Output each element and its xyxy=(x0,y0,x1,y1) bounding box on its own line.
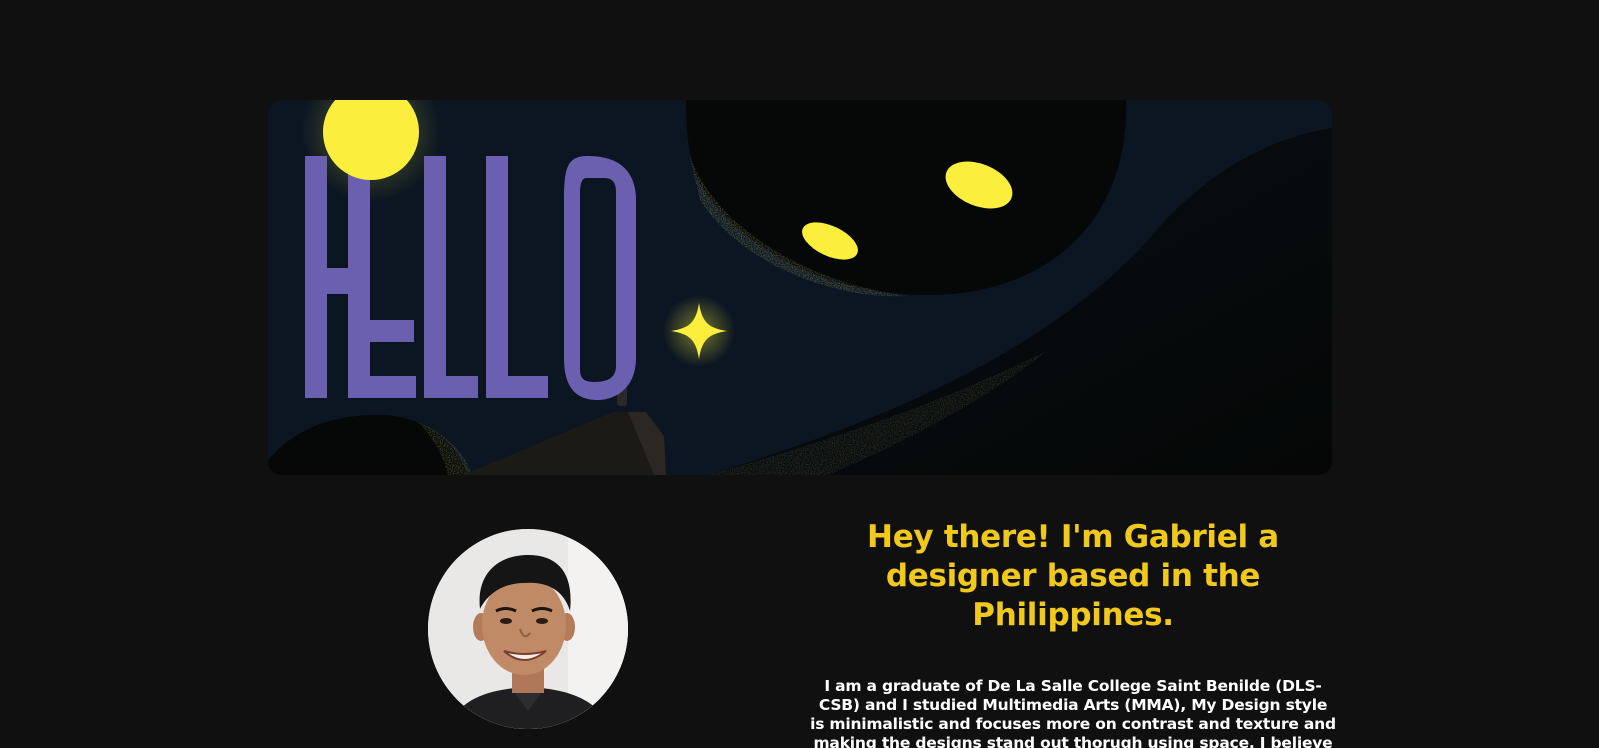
intro-section: Hey there! I'm Gabriel a designer based … xyxy=(810,518,1336,748)
hello-hero-banner xyxy=(268,100,1332,475)
hero-illustration xyxy=(268,100,1332,475)
intro-bio: I am a graduate of De La Salle College S… xyxy=(810,677,1336,748)
portfolio-page: Hey there! I'm Gabriel a designer based … xyxy=(0,0,1599,748)
profile-photo xyxy=(428,529,628,729)
intro-headline: Hey there! I'm Gabriel a designer based … xyxy=(867,519,1279,633)
